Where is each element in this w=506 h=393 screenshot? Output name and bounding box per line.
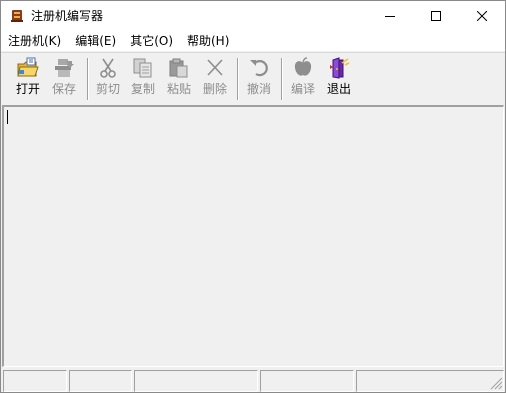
menu-bar: 注册机(K) 编辑(E) 其它(O) 帮助(H) [1,31,505,51]
open-button[interactable]: 打开 [10,55,46,101]
status-panel [260,370,354,392]
toolbar-separator [281,58,283,100]
app-icon[interactable] [10,9,24,23]
exit-button[interactable]: 退出 [321,55,357,101]
text-caret [7,110,8,124]
app-window: 注册机编写器 注册机(K) 编辑(E) 其它(O) 帮助(H) 打开 保存 剪切… [0,0,506,393]
delete-button[interactable]: 删除 [197,55,233,101]
status-panel [69,370,132,392]
title-bar[interactable]: 注册机编写器 [1,1,505,31]
paste-label: 粘贴 [166,82,191,96]
menu-edit[interactable]: 编辑(E) [68,31,123,51]
copy-icon [133,58,152,78]
status-panel [3,370,67,392]
delete-label: 删除 [202,82,227,96]
paste-button[interactable]: 粘贴 [161,55,197,101]
resize-grip-icon[interactable] [489,376,503,390]
minimize-icon [385,16,395,17]
delete-x-icon [207,59,223,76]
toolbar-separator [237,58,239,100]
editor-area[interactable] [2,105,504,367]
maximize-button[interactable] [413,1,459,31]
scissors-icon [100,58,116,78]
open-folder-icon [17,57,39,77]
save-label: 保存 [51,82,76,96]
status-panel [356,370,504,392]
maximize-icon [431,11,441,21]
toolbar: 打开 保存 剪切 复制 粘贴 删除 撤消 编译 退出 [1,52,505,104]
compile-label: 编译 [290,82,315,96]
undo-button[interactable]: 撤消 [241,55,277,101]
open-label: 打开 [15,82,40,96]
minimize-button[interactable] [367,1,413,31]
close-button[interactable] [459,1,505,31]
copy-label: 复制 [130,82,155,96]
close-icon [477,11,487,21]
menu-help[interactable]: 帮助(H) [180,31,236,51]
menu-keygen[interactable]: 注册机(K) [1,31,68,51]
undo-label: 撤消 [246,82,271,96]
save-button[interactable]: 保存 [46,55,82,101]
window-title: 注册机编写器 [31,9,104,23]
exit-label: 退出 [326,82,351,96]
paste-icon [169,58,188,78]
copy-button[interactable]: 复制 [125,55,161,101]
status-bar [1,368,505,392]
toolbar-separator [87,58,89,100]
cut-label: 剪切 [95,82,120,96]
cut-button[interactable]: 剪切 [90,55,126,101]
exit-icon [330,57,350,79]
compile-button[interactable]: 编译 [285,55,321,101]
save-icon [55,59,74,77]
compile-icon [294,57,312,76]
menu-other[interactable]: 其它(O) [123,31,180,51]
undo-icon [250,60,268,77]
status-panel [134,370,258,392]
